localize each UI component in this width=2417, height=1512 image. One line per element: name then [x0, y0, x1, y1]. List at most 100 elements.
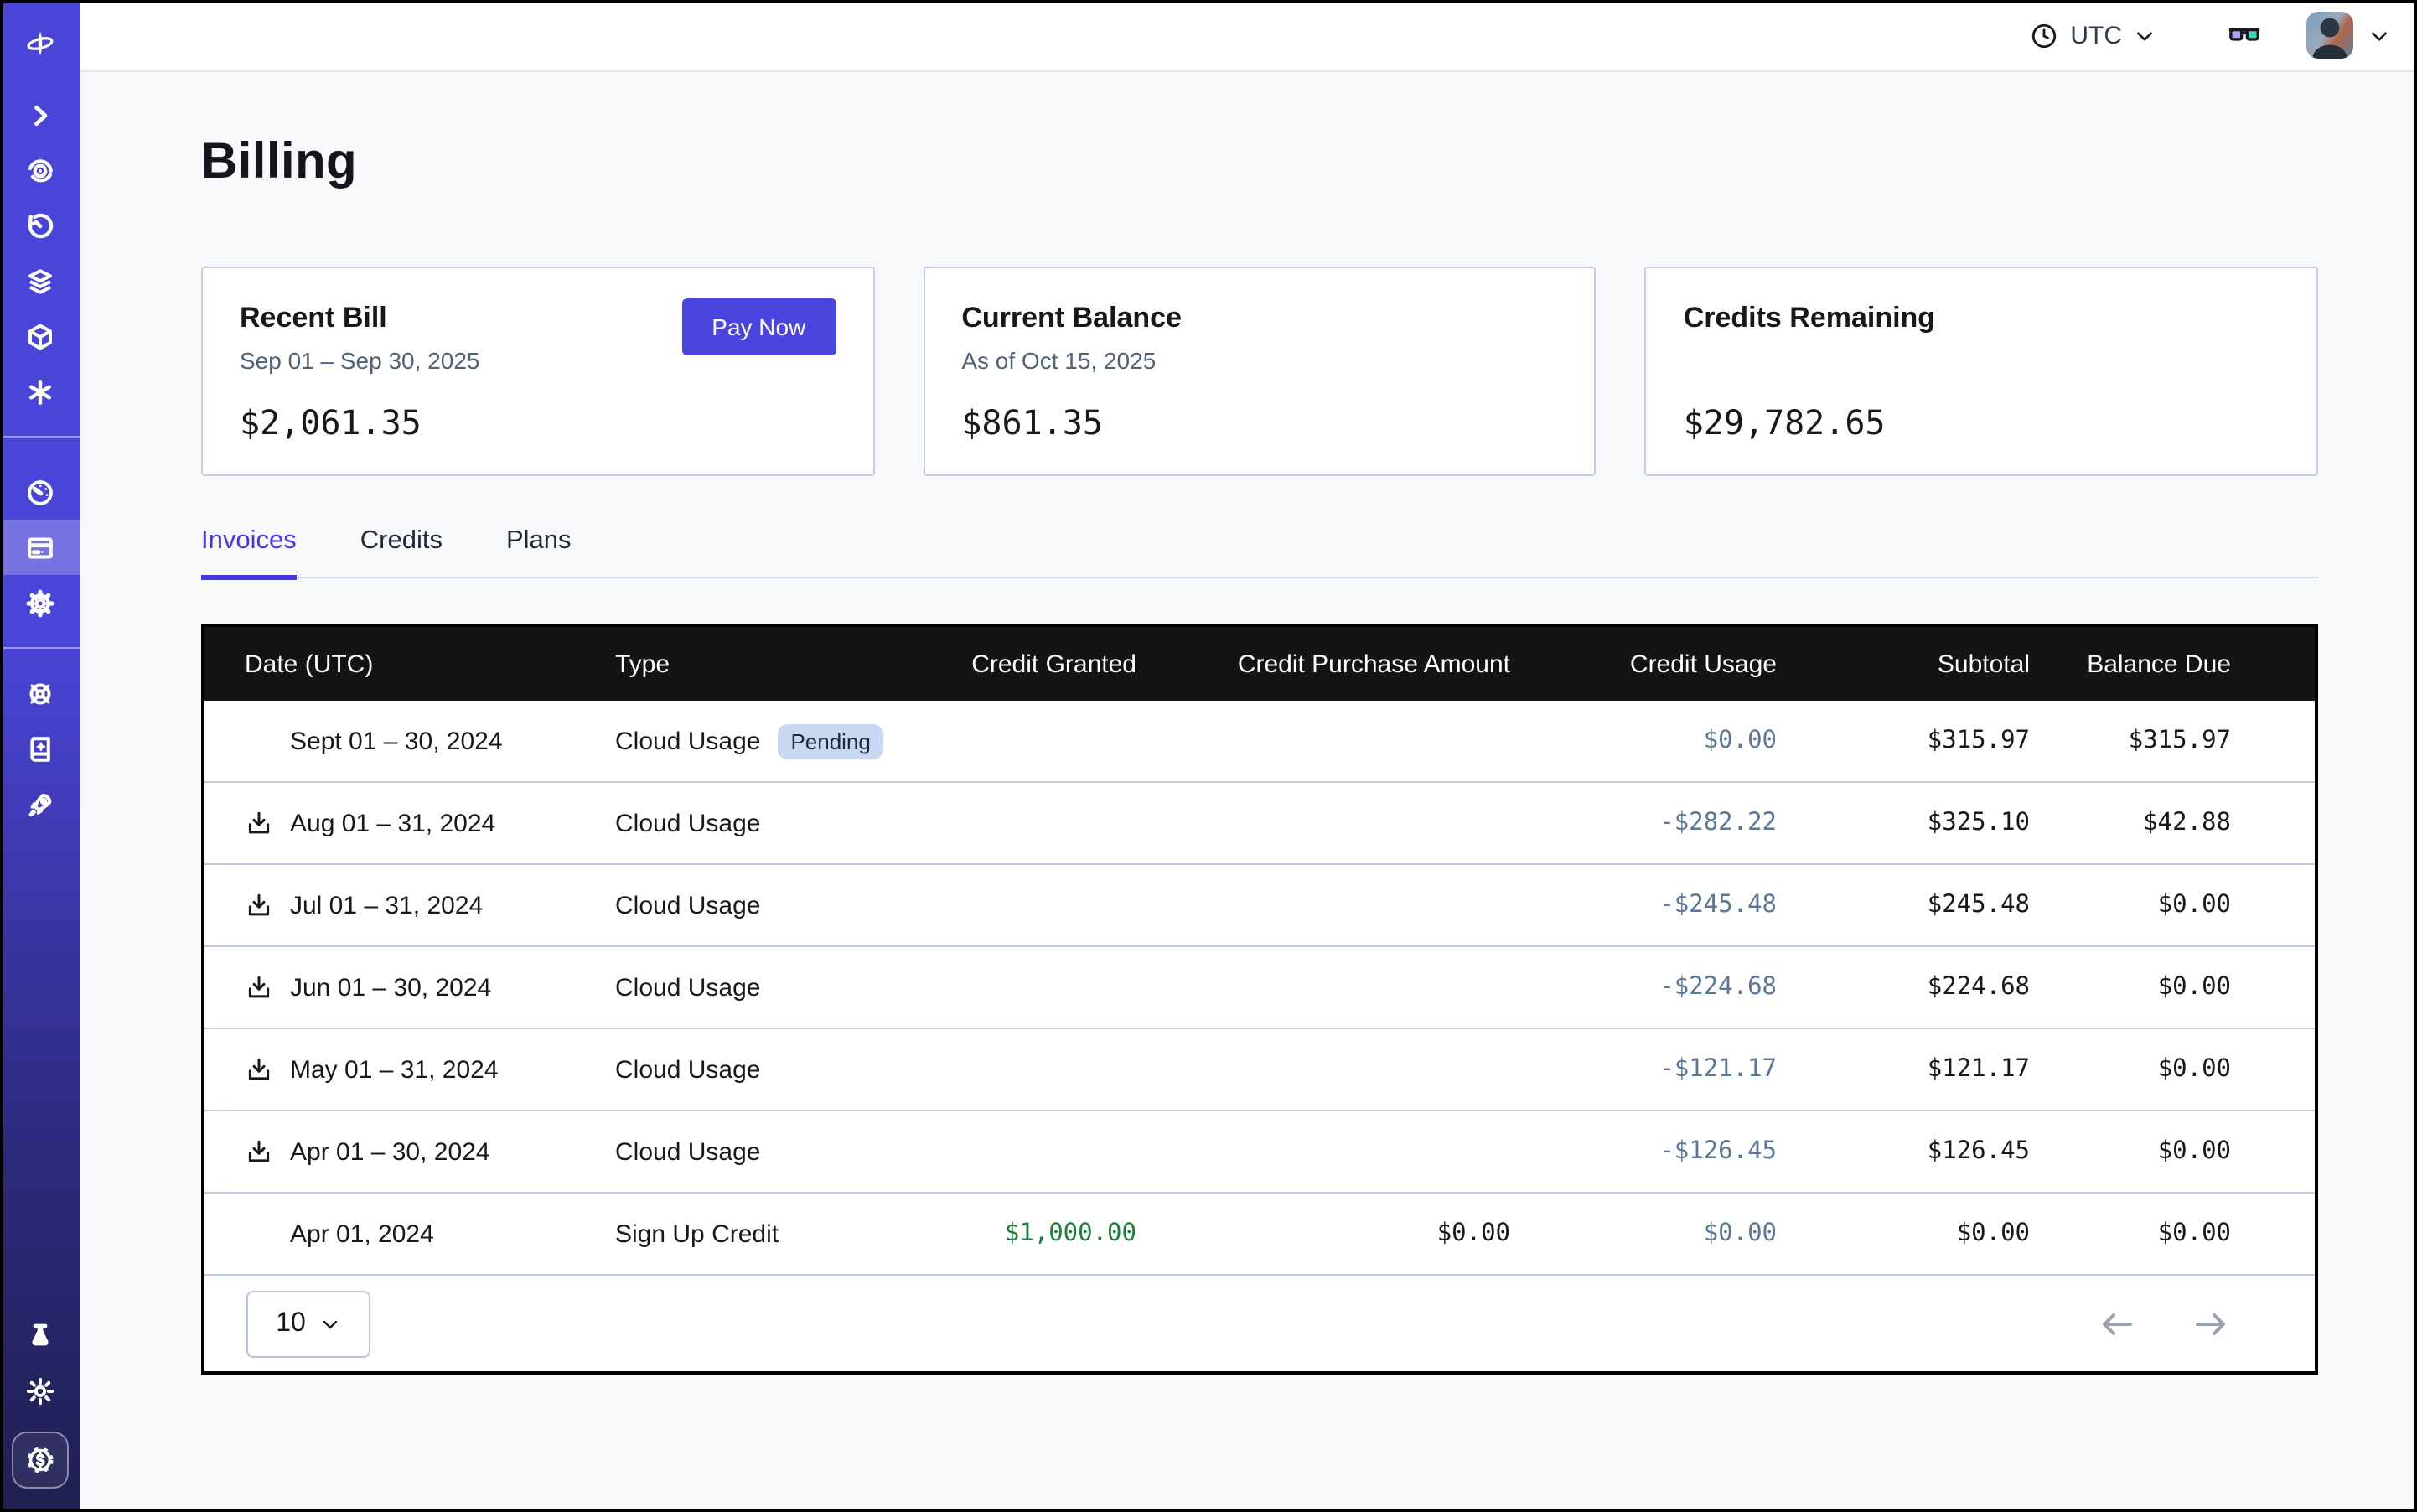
subtotal-value: $245.48 [1777, 864, 2030, 946]
credits-remaining-card: Credits Remaining $29,782.65 [1645, 267, 2318, 476]
sidebar-item-history[interactable] [0, 198, 80, 253]
credit-granted-value: $1,000.00 [940, 1193, 1136, 1274]
invoice-date: Sept 01 – 30, 2024 [290, 727, 503, 755]
user-avatar[interactable] [2306, 12, 2353, 59]
tab-credits[interactable]: Credits [360, 526, 443, 577]
download-icon [245, 809, 273, 837]
table-row: May 01 – 31, 2024 Cloud Usage -$121.17 $… [204, 1028, 2315, 1111]
recent-bill-amount: $2,061.35 [240, 402, 836, 443]
page-size-value: 10 [276, 1308, 306, 1339]
download-invoice-button[interactable] [245, 809, 273, 837]
invoice-date: Jun 01 – 30, 2024 [290, 973, 491, 1002]
glasses-icon[interactable] [2226, 17, 2263, 54]
subtotal-value: $315.97 [1777, 701, 2030, 782]
tab-invoices[interactable]: Invoices [201, 526, 297, 577]
credit-usage-value: -$121.17 [1510, 1028, 1777, 1111]
invoice-type: Cloud Usage [615, 1055, 760, 1084]
sidebar-item-launch[interactable] [0, 776, 80, 831]
credit-usage-value: $0.00 [1510, 701, 1777, 782]
col-credit-purchase: Credit Purchase Amount [1136, 627, 1510, 701]
credit-usage-value: $0.00 [1510, 1193, 1777, 1274]
billing-tabs: Invoices Credits Plans [201, 526, 2318, 578]
table-row: Aug 01 – 31, 2024 Cloud Usage -$282.22 $… [204, 782, 2315, 864]
download-invoice-button[interactable] [245, 973, 273, 1002]
sidebar-item-theme[interactable] [25, 1363, 55, 1418]
orbit-logo-icon [25, 28, 55, 59]
balance-due-value: $0.00 [2030, 1193, 2315, 1274]
account-menu-chevron-icon[interactable] [2368, 24, 2390, 46]
sidebar-item-dashboard[interactable] [0, 464, 80, 520]
table-row: Apr 01, 2024 Sign Up Credit $1,000.00 $0… [204, 1193, 2315, 1274]
timezone-selector[interactable]: UTC [2026, 14, 2159, 56]
card-subtitle: As of Oct 15, 2025 [961, 347, 1557, 374]
current-balance-amount: $861.35 [961, 402, 1557, 443]
credit-usage-value: -$126.45 [1510, 1111, 1777, 1193]
pay-now-button[interactable]: Pay Now [681, 298, 836, 355]
next-page-button[interactable] [2191, 1303, 2231, 1344]
gauge-icon [25, 477, 55, 507]
table-row: Apr 01 – 30, 2024 Cloud Usage -$126.45 $… [204, 1111, 2315, 1193]
subtotal-value: $224.68 [1777, 946, 2030, 1028]
app-logo[interactable] [0, 0, 80, 87]
credits-button[interactable] [12, 1432, 69, 1489]
credit-usage-value: -$224.68 [1510, 946, 1777, 1028]
spiral-eye-icon [25, 155, 55, 185]
invoice-date: May 01 – 31, 2024 [290, 1055, 499, 1084]
book-sparkle-icon [25, 733, 55, 764]
download-icon [245, 1137, 273, 1166]
sidebar-item-cube[interactable] [0, 308, 80, 364]
table-row: Jun 01 – 30, 2024 Cloud Usage -$224.68 $… [204, 946, 2315, 1028]
status-badge: Pending [777, 723, 883, 759]
credits-remaining-amount: $29,782.65 [1684, 402, 2280, 443]
table-row: Sept 01 – 30, 2024 Cloud UsagePending $0… [204, 701, 2315, 782]
col-type: Type [615, 627, 940, 701]
sidebar-divider [0, 647, 80, 649]
download-invoice-button[interactable] [245, 1137, 273, 1166]
sidebar-item-expand[interactable] [0, 87, 80, 142]
download-icon [245, 973, 273, 1002]
subtotal-value: $0.00 [1777, 1193, 2030, 1274]
download-invoice-button[interactable] [245, 1055, 273, 1084]
invoice-type: Cloud Usage [615, 1137, 760, 1166]
page-title: Billing [201, 134, 2318, 191]
sidebar-item-layers[interactable] [0, 253, 80, 308]
invoice-table-body: Sept 01 – 30, 2024 Cloud Usage Pending $0… [204, 701, 2315, 1274]
sidebar-item-asterisk[interactable] [0, 364, 80, 419]
invoice-type: Cloud Usage [615, 973, 760, 1002]
balance-due-value: $0.00 [2030, 1111, 2315, 1193]
card-title: Current Balance [961, 302, 1557, 335]
gear-icon [25, 588, 55, 618]
flask-icon [25, 1320, 55, 1350]
credit-purchase-value [1136, 1111, 1510, 1193]
credit-granted-value [940, 864, 1136, 946]
layers-icon [25, 266, 55, 296]
sidebar-item-docs[interactable] [0, 721, 80, 776]
col-date: Date (UTC) [204, 627, 615, 701]
download-invoice-button[interactable] [245, 891, 273, 919]
invoices-table: Date (UTC) Type Credit Granted Credit Pu… [204, 627, 2315, 1274]
card-subtitle [1684, 347, 2280, 374]
credit-granted-value [940, 946, 1136, 1028]
col-credit-usage: Credit Usage [1510, 627, 1777, 701]
balance-due-value: $0.00 [2030, 946, 2315, 1028]
page-size-select[interactable]: 10 [246, 1290, 370, 1357]
card-title: Recent Bill [240, 302, 479, 335]
sidebar-item-billing[interactable] [0, 520, 80, 575]
prev-page-button[interactable] [2097, 1303, 2137, 1344]
dollar-badge-icon [25, 1445, 55, 1475]
sidebar-item-observe[interactable] [0, 142, 80, 198]
tab-plans[interactable]: Plans [506, 526, 572, 577]
sidebar-item-helm[interactable] [0, 665, 80, 721]
sidebar-item-labs[interactable] [25, 1307, 55, 1363]
card-title: Credits Remaining [1684, 302, 2280, 335]
credit-purchase-value [1136, 701, 1510, 782]
balance-due-value: $315.97 [2030, 701, 2315, 782]
sidebar-item-settings[interactable] [0, 575, 80, 630]
chevron-down-icon [321, 1313, 341, 1333]
invoice-type: Cloud Usage [615, 891, 760, 919]
invoice-date: Aug 01 – 31, 2024 [290, 809, 495, 837]
billing-card-icon [25, 532, 55, 562]
invoice-date: Apr 01 – 30, 2024 [290, 1137, 490, 1166]
invoice-date: Jul 01 – 31, 2024 [290, 891, 483, 919]
invoice-date: Apr 01, 2024 [290, 1219, 434, 1248]
